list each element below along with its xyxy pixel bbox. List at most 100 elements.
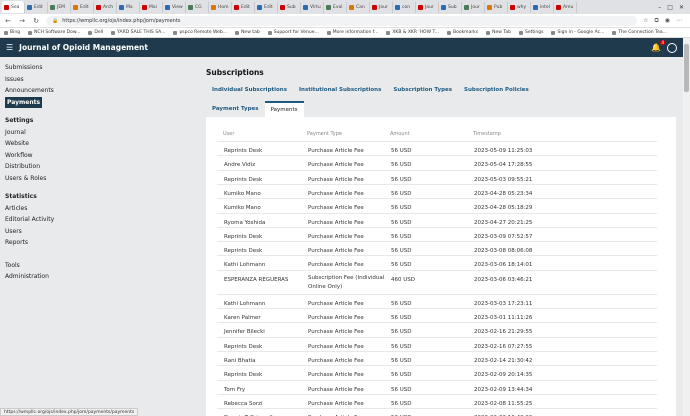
bookmark-item[interactable]: New tab — [235, 30, 260, 35]
browser-tab[interactable]: Hom — [209, 1, 232, 13]
bookmark-item[interactable]: New Tab — [486, 30, 511, 35]
sidebar-item-issues[interactable]: Issues — [5, 74, 190, 86]
tab-individual-subscriptions[interactable]: Individual Subscriptions — [212, 87, 287, 93]
table-row[interactable]: Kathi Lohmann Purchase Article Fee 56 USD 2… — [217, 293, 657, 308]
bookmark-item[interactable]: YARD SALE THIS SA... — [111, 30, 165, 35]
table-row[interactable]: Reprints Desk Purchase Article Fee 56 USD 2… — [217, 169, 657, 184]
sidebar-item-website[interactable]: Website — [5, 138, 190, 150]
table-row[interactable]: Jennifer Bilecki Purchase Article Fee 56 U… — [217, 322, 657, 336]
table-row[interactable]: Kathi Lohmann Purchase Article Fee 56 USD 2… — [217, 255, 657, 269]
table-row[interactable]: Reprints Desk Purchase Article Fee 56 USD 2… — [217, 241, 657, 255]
tab-institutional-subscriptions[interactable]: Institutional Subscriptions — [299, 87, 381, 93]
menu-dots-icon[interactable]: ⋯ — [676, 17, 682, 25]
tab-favicon-icon — [73, 4, 78, 10]
browser-tab[interactable]: Can — [347, 1, 370, 13]
browser-tab[interactable]: Eval — [324, 1, 347, 13]
bookmark-item[interactable]: XKB & XKR 'HOW T... — [386, 30, 439, 35]
journal-title[interactable]: Journal of Opioid Management — [19, 43, 148, 52]
table-row[interactable]: Kumiko Mano Purchase Article Fee 56 USD 202… — [217, 183, 657, 198]
bookmark-item[interactable]: Bookmarks — [446, 30, 478, 35]
cell-timestamp: 2023-02-14 21:30:42 — [474, 357, 533, 364]
bookmark-item[interactable]: More information f... — [326, 30, 378, 35]
browser-tab[interactable]: Edit — [232, 1, 255, 13]
browser-tab[interactable]: Sub — [278, 1, 301, 13]
sidebar-item-payments[interactable]: Payments — [5, 96, 43, 108]
sidebar-item-announcements[interactable]: Announcements — [5, 85, 190, 97]
table-row[interactable]: Reprints Desk Purchase Article Fee 56 USD 2… — [217, 365, 657, 379]
star-icon[interactable]: ☆ — [643, 17, 648, 25]
sidebar-item-articles[interactable]: Articles — [5, 203, 190, 215]
browser-tab[interactable]: View — [163, 1, 186, 13]
table-row[interactable]: Dennis T Grieco IIPurchase Article Fee56… — [217, 408, 657, 416]
bookmark-item[interactable]: Settings — [519, 30, 543, 35]
bookmark-item[interactable]: Bing — [4, 30, 20, 35]
browser-tab[interactable]: Mai — [140, 1, 163, 13]
notifications-bell-icon[interactable]: 🔔 4 — [651, 40, 665, 52]
browser-tab[interactable]: Virtu — [301, 1, 324, 13]
table-row[interactable]: Reprints Desk Purchase Article Fee 56 USD 2… — [217, 226, 657, 241]
sidebar-item-journal[interactable]: Journal — [5, 127, 190, 139]
browser-tab[interactable]: Edit — [25, 1, 48, 13]
tab-subscription-policies[interactable]: Subscription Policies — [464, 87, 529, 93]
browser-tab[interactable]: why — [508, 1, 531, 13]
browser-tab[interactable]: Amu — [554, 1, 577, 13]
table-row[interactable]: Karen Palmer Purchase Article Fee 56 USD 20… — [217, 308, 657, 322]
bookmark-item[interactable]: pspco Remote Web... — [173, 30, 227, 35]
sidebar-item-submissions[interactable]: Submissions — [5, 62, 190, 74]
table-row[interactable]: Reprints Desk Purchase Article Fee 56 USD 2… — [217, 336, 657, 351]
sidebar-item-editorial-activity[interactable]: Editorial Activity — [5, 214, 190, 226]
table-row[interactable]: Rebecca Sorzi Purchase Article Fee 56 USD 2… — [217, 393, 657, 408]
table-row[interactable]: Kumiko Mano Purchase Article Fee 56 USD 202… — [217, 198, 657, 212]
browser-tab[interactable]: Arch — [94, 1, 117, 13]
table-row[interactable]: ESPERANZA REGUERAS Subscription Fee (Indi… — [217, 269, 657, 294]
sidebar-item-users[interactable]: Users — [5, 226, 190, 238]
table-row[interactable]: Andre Vidiz Purchase Article Fee 56 USD 202… — [217, 155, 657, 169]
browser-tab[interactable]: Ma — [117, 1, 140, 13]
tab-payment-types[interactable]: Payment Types — [206, 101, 265, 117]
page-scrollbar[interactable] — [683, 38, 690, 416]
browser-tab[interactable]: intel — [531, 1, 554, 13]
table-row[interactable]: Ryoma Yoshida Purchase Article Fee 56 USD 2… — [217, 212, 657, 227]
sidebar-item-workflow[interactable]: Workflow — [5, 150, 190, 162]
browser-tab[interactable]: Jour — [370, 1, 393, 13]
tab-subscription-types[interactable]: Subscription Types — [393, 87, 452, 93]
minimize-icon[interactable]: – — [658, 4, 661, 11]
forward-icon[interactable]: → — [18, 17, 26, 25]
browser-tab[interactable]: CG — [186, 1, 209, 13]
sidebar-item-users-roles[interactable]: Users & Roles — [5, 173, 190, 185]
user-account-icon[interactable] — [667, 42, 677, 53]
url-input[interactable]: 🔒 https://wmpllc.org/ojs/index.php/jom/p… — [46, 15, 638, 26]
cell-user: Andre Vidiz — [224, 162, 256, 169]
profile-icon[interactable]: ◉ — [665, 17, 670, 25]
bookmark-item[interactable]: The Connection Tea... — [612, 30, 667, 35]
browser-tab[interactable]: JEM — [48, 1, 71, 13]
maximize-icon[interactable]: □ — [667, 4, 673, 11]
table-row[interactable]: Reprints Desk Purchase Article Fee 56 USD 2… — [217, 141, 657, 155]
browser-tab[interactable]: Pub — [485, 1, 508, 13]
table-row[interactable]: Tom Fry Purchase Article Fee 56 USD 2023-02… — [217, 379, 657, 394]
table-row[interactable]: Rani Bhatia Purchase Article Fee 56 USD 202… — [217, 350, 657, 365]
browser-tab[interactable]: Edit — [255, 1, 278, 13]
sidebar-item-administration[interactable]: Administration — [5, 271, 190, 283]
extensions-icon[interactable]: ⧉ — [654, 17, 658, 25]
subscription-tabs: Individual Subscriptions Institutional S… — [206, 87, 676, 93]
bookmark-item[interactable]: Support for Venue... — [267, 30, 319, 35]
sidebar-item-tools[interactable]: Tools — [5, 260, 190, 272]
browser-tab[interactable]: Sea — [2, 1, 25, 13]
browser-tab[interactable]: con — [393, 1, 416, 13]
bookmark-item[interactable]: NCH Software Dow... — [28, 30, 80, 35]
browser-tab[interactable]: Edit — [71, 1, 94, 13]
back-icon[interactable]: ← — [4, 17, 12, 25]
bookmark-item[interactable]: Dell — [88, 30, 103, 35]
close-icon[interactable]: ✕ — [679, 4, 684, 11]
reload-icon[interactable]: ↻ — [32, 17, 40, 25]
hamburger-menu-icon[interactable]: ☰ — [6, 43, 13, 52]
browser-tab[interactable]: Jour — [416, 1, 439, 13]
sidebar-item-distribution[interactable]: Distribution — [5, 161, 190, 173]
browser-tab[interactable]: Sub — [439, 1, 462, 13]
bookmark-item[interactable]: Sign in - Google Ac... — [551, 30, 604, 35]
browser-tab[interactable]: Jour — [462, 1, 485, 13]
tab-payments[interactable]: Payments — [264, 101, 304, 117]
scrollbar-thumb[interactable] — [684, 44, 689, 92]
sidebar-item-reports[interactable]: Reports — [5, 237, 190, 249]
